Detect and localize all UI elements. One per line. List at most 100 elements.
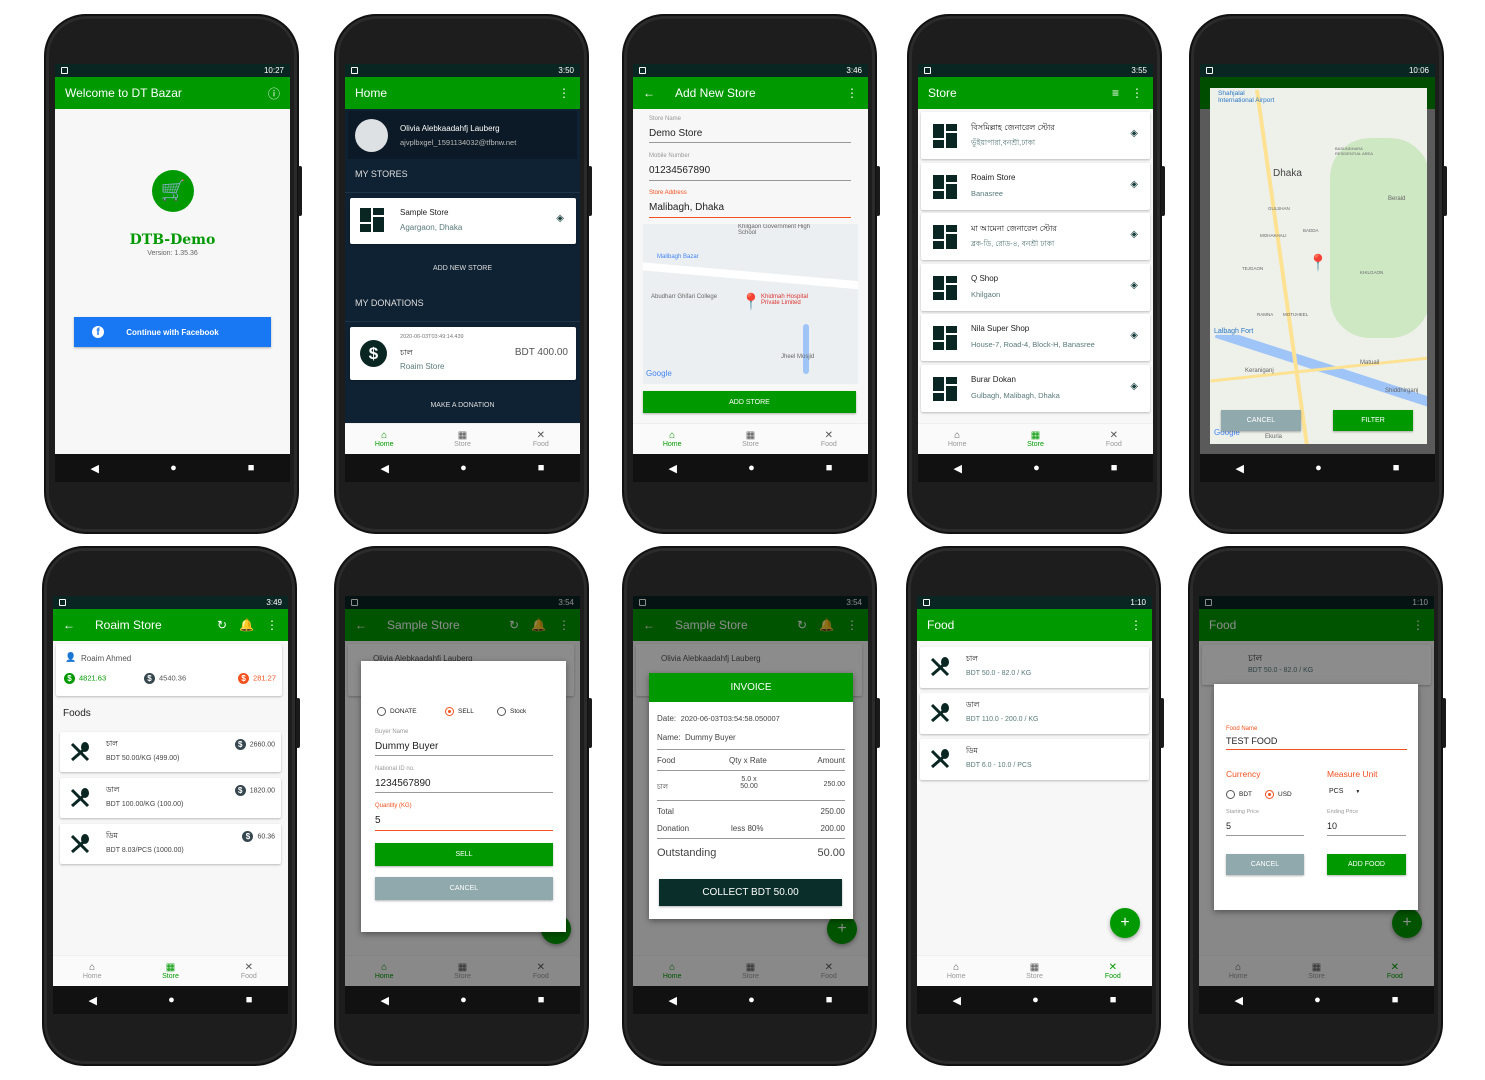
back-button[interactable]: ◀	[953, 994, 961, 1007]
back-button[interactable]: ◀	[669, 994, 677, 1007]
recents-button[interactable]: ■	[1111, 462, 1118, 474]
food-card[interactable]: চাল BDT 50.0 - 82.0 / KG	[920, 647, 1149, 688]
store-name-input[interactable]: Demo Store	[649, 128, 702, 139]
nav-tab-food[interactable]: ✕ Food	[219, 962, 279, 980]
directions-icon[interactable]: ◈	[1130, 229, 1138, 240]
directions-icon[interactable]: ◈	[1130, 381, 1138, 392]
nav-tab-food[interactable]: ✕ Food	[1083, 962, 1143, 980]
home-button[interactable]: ●	[1032, 994, 1039, 1006]
info-icon[interactable]: ⓘ	[268, 85, 280, 102]
back-button[interactable]: ◀	[1236, 462, 1244, 475]
directions-icon[interactable]: ◈	[556, 213, 564, 224]
directions-icon[interactable]: ◈	[1130, 128, 1138, 139]
sell-button[interactable]: SELL	[375, 843, 553, 866]
ending-price-input[interactable]: 10	[1327, 821, 1337, 831]
home-button[interactable]: ●	[748, 462, 755, 474]
measure-unit-select[interactable]: PCS ▼	[1329, 788, 1360, 795]
nav-tab-store[interactable]: ▦ Store	[1004, 962, 1064, 980]
home-button[interactable]: ●	[1314, 994, 1321, 1006]
nav-tab-food[interactable]: ✕ Food	[1084, 430, 1144, 448]
home-button[interactable]: ●	[460, 462, 467, 474]
recents-button[interactable]: ■	[1110, 994, 1117, 1006]
store-card[interactable]: বিসমিল্লাহ জেনারেল স্টোর ভূঁইয়াপারা,বনশ্…	[921, 112, 1150, 159]
nav-tab-food[interactable]: ✕ Food	[799, 430, 859, 448]
home-button[interactable]: ●	[1033, 462, 1040, 474]
cancel-button[interactable]: CANCEL	[1221, 410, 1301, 431]
directions-icon[interactable]: ◈	[1130, 179, 1138, 190]
back-button[interactable]: ◀	[669, 462, 677, 475]
radio-bdt[interactable]: BDT	[1226, 790, 1252, 799]
buyer-name-input[interactable]: Dummy Buyer	[375, 741, 438, 752]
food-card[interactable]: ডাল BDT 110.0 - 200.0 / KG	[920, 693, 1149, 734]
cancel-button[interactable]: CANCEL	[375, 877, 553, 900]
recents-button[interactable]: ■	[826, 994, 833, 1006]
store-card[interactable]: Roaim Store Banasree ◈	[921, 162, 1150, 210]
nav-tab-store[interactable]: ▦ Store	[720, 430, 780, 448]
map-dialog[interactable]: Shahjalal International Airport Dhaka BA…	[1210, 88, 1427, 444]
food-card[interactable]: চাল BDT 50.00/KG (499.00) $2660.00	[60, 732, 281, 772]
refresh-icon[interactable]: ↻	[217, 618, 227, 632]
more-icon[interactable]: ⋮	[266, 618, 278, 632]
store-card[interactable]: মা আমেনা জেনারেল স্টোর ব্লক-ডি, রোড-৪, বন…	[921, 213, 1150, 260]
recents-button[interactable]: ■	[538, 462, 545, 474]
home-button[interactable]: ●	[748, 994, 755, 1006]
recents-button[interactable]: ■	[1392, 994, 1399, 1006]
nav-tab-food[interactable]: ✕ Food	[511, 430, 571, 448]
more-icon[interactable]: ⋮	[1131, 86, 1143, 100]
home-button[interactable]: ●	[170, 462, 177, 474]
nav-tab-home[interactable]: ⌂ Home	[354, 430, 414, 448]
collect-button[interactable]: COLLECT BDT 50.00	[659, 879, 842, 906]
recents-button[interactable]: ■	[826, 462, 833, 474]
national-id-input[interactable]: 1234567890	[375, 778, 431, 789]
recents-button[interactable]: ■	[1393, 462, 1400, 474]
nav-tab-home[interactable]: ⌂ Home	[926, 962, 986, 980]
filter-icon[interactable]: ≡	[1112, 86, 1119, 100]
starting-price-input[interactable]: 5	[1226, 821, 1231, 831]
map-view[interactable]: Khilgaon Government High School Malibagh…	[643, 224, 858, 384]
profile-card[interactable]: Olivia Alebkaadahfj Lauberg ajvplbxgel_1…	[348, 111, 577, 159]
nav-tab-store[interactable]: ▦ Store	[432, 430, 492, 448]
radio-donate[interactable]: DONATE	[377, 707, 417, 716]
bell-icon[interactable]: 🔔	[239, 618, 254, 632]
recents-button[interactable]: ■	[246, 994, 253, 1006]
directions-icon[interactable]: ◈	[1130, 280, 1138, 291]
nav-tab-store[interactable]: ▦ Store	[140, 962, 200, 980]
back-button[interactable]: ◀	[954, 462, 962, 475]
back-button[interactable]: ◀	[381, 994, 389, 1007]
store-card[interactable]: Q Shop Khilgaon ◈	[921, 263, 1150, 311]
nav-tab-home[interactable]: ⌂ Home	[62, 962, 122, 980]
food-name-input[interactable]: TEST FOOD	[1226, 736, 1277, 746]
more-icon[interactable]: ⋮	[1130, 618, 1142, 632]
quantity-input[interactable]: 5	[375, 815, 381, 826]
back-icon[interactable]: ←	[643, 86, 655, 100]
store-card[interactable]: Sample Store Agargaon, Dhaka ◈	[350, 198, 576, 244]
food-card[interactable]: ডিম BDT 8.03/PCS (1000.00) $60.36	[60, 824, 281, 864]
home-button[interactable]: ●	[1315, 462, 1322, 474]
store-card[interactable]: Nila Super Shop House-7, Road-4, Block-H,…	[921, 314, 1150, 361]
add-food-fab[interactable]: +	[1110, 908, 1140, 938]
store-card[interactable]: Burar Dokan Gulbagh, Malibagh, Dhaka ◈	[921, 364, 1150, 412]
radio-sell[interactable]: SELL	[445, 707, 474, 716]
make-donation-button[interactable]: MAKE A DONATION	[345, 402, 580, 409]
recents-button[interactable]: ■	[538, 994, 545, 1006]
back-button[interactable]: ◀	[89, 994, 97, 1007]
home-button[interactable]: ●	[168, 994, 175, 1006]
back-button[interactable]: ◀	[381, 462, 389, 475]
home-button[interactable]: ●	[460, 994, 467, 1006]
recents-button[interactable]: ■	[248, 462, 255, 474]
food-card[interactable]: ডাল BDT 100.00/KG (100.00) $1820.00	[60, 778, 281, 818]
back-button[interactable]: ◀	[1235, 994, 1243, 1007]
add-food-button[interactable]: ADD FOOD	[1327, 854, 1406, 875]
filter-button[interactable]: FILTER	[1333, 410, 1413, 431]
cancel-button[interactable]: CANCEL	[1226, 854, 1304, 875]
add-new-store-button[interactable]: ADD NEW STORE	[345, 265, 580, 272]
more-icon[interactable]: ⋮	[558, 86, 570, 100]
more-icon[interactable]: ⋮	[846, 86, 858, 100]
nav-tab-home[interactable]: ⌂ Home	[642, 430, 702, 448]
radio-stock[interactable]: Stock	[497, 707, 526, 716]
donation-card[interactable]: $ 2020-06-03T03:49:14.439 চাল Roaim Stor…	[350, 327, 576, 380]
radio-usd[interactable]: USD	[1265, 790, 1292, 799]
mobile-input[interactable]: 01234567890	[649, 165, 710, 176]
back-button[interactable]: ◀	[91, 462, 99, 475]
directions-icon[interactable]: ◈	[1130, 330, 1138, 341]
